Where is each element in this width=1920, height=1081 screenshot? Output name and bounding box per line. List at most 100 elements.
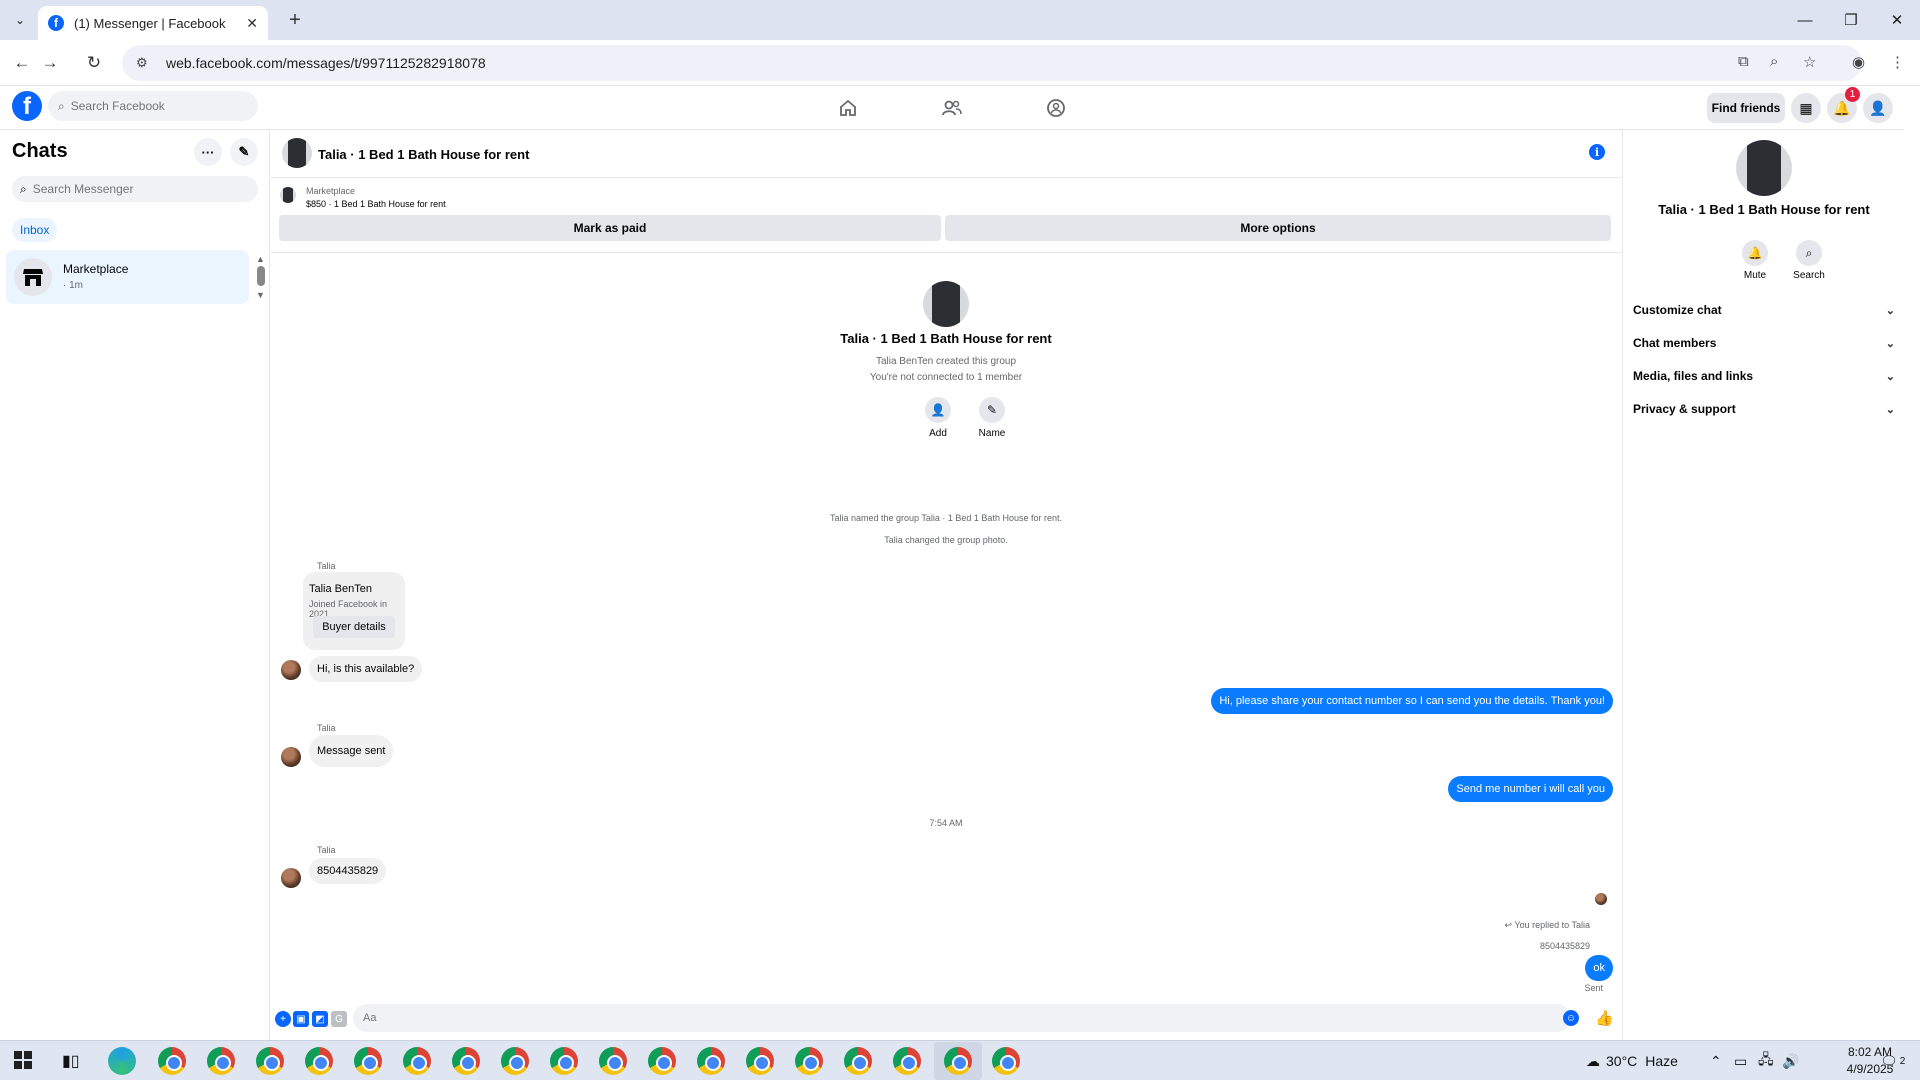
task-view-icon[interactable]: ▮▯ — [62, 1041, 80, 1081]
facebook-logo-icon[interactable]: f — [12, 91, 42, 121]
show-hidden-icons-chevron-icon[interactable]: ⌃ — [1710, 1041, 1722, 1081]
message-input-field[interactable] — [363, 1012, 1513, 1024]
inbox-filter-tab[interactable]: Inbox — [12, 218, 58, 242]
search-in-chat-button[interactable]: ⌕ Search — [1789, 240, 1829, 281]
message-input[interactable] — [353, 1004, 1571, 1032]
message-bubble-in[interactable]: Message sent — [309, 735, 394, 767]
scroll-up-arrow-icon[interactable]: ▲ — [256, 254, 265, 264]
conversation-title[interactable]: Talia · 1 Bed 1 Bath House for rent — [318, 147, 529, 162]
messenger-search-input[interactable] — [32, 182, 233, 196]
chrome-icon[interactable] — [648, 1047, 676, 1075]
window-minimize-icon[interactable]: — — [1790, 6, 1820, 34]
facebook-search-input[interactable] — [70, 99, 231, 113]
tab-list-chevron-icon[interactable]: ⌄ — [8, 8, 32, 32]
groups-icon[interactable] — [1044, 96, 1068, 120]
more-options-button[interactable]: More options — [945, 215, 1611, 241]
menu-grid-icon[interactable]: ▦ — [1791, 93, 1821, 123]
weather-widget[interactable]: ☁ 30°C Haze — [1586, 1041, 1678, 1081]
chat-list-item[interactable]: Marketplace · 1m — [6, 250, 249, 304]
media-files-row[interactable]: Media, files and links ⌄ — [1633, 362, 1895, 390]
quoted-message[interactable]: 8504435829 — [1540, 941, 1590, 951]
facebook-search[interactable]: ⌕ — [48, 91, 258, 121]
window-restore-icon[interactable]: ❐ — [1836, 6, 1866, 34]
friends-icon[interactable] — [940, 96, 964, 120]
site-info-icon[interactable]: ⚙ — [136, 55, 152, 71]
chrome-icon[interactable] — [305, 1047, 333, 1075]
new-tab-plus-icon[interactable]: + — [283, 8, 307, 32]
sticker-icon[interactable]: ◩ — [312, 1011, 328, 1027]
mute-button[interactable]: 🔔 Mute — [1735, 240, 1775, 281]
info-icon[interactable]: i — [1589, 144, 1605, 160]
chrome-icon[interactable] — [158, 1047, 186, 1075]
chat-list-scrollbar[interactable] — [257, 266, 265, 286]
reply-indicator: ↩ You replied to Talia — [1505, 920, 1590, 931]
talia-avatar[interactable] — [281, 660, 301, 680]
listing-thumbnail[interactable] — [280, 187, 296, 203]
chrome-icon[interactable] — [599, 1047, 627, 1075]
chrome-icon[interactable] — [550, 1047, 578, 1075]
messenger-search[interactable]: ⌕ — [12, 176, 258, 202]
bookmark-star-icon[interactable]: ☆ — [1803, 53, 1816, 71]
talia-avatar[interactable] — [281, 747, 301, 767]
page-scrollbar[interactable] — [1904, 86, 1920, 1040]
chrome-icon[interactable] — [893, 1047, 921, 1075]
chrome-icon[interactable] — [992, 1047, 1020, 1075]
listing-title[interactable]: $850 · 1 Bed 1 Bath House for rent — [306, 199, 446, 209]
message-bubble-out[interactable]: ok — [1585, 955, 1613, 981]
add-member-button[interactable]: 👤 Add — [918, 397, 958, 439]
message-bubble-out[interactable]: Send me number i will call you — [1448, 776, 1613, 802]
account-avatar[interactable]: 👤 — [1863, 93, 1893, 123]
talia-avatar[interactable] — [281, 868, 301, 888]
mark-as-paid-button[interactable]: Mark as paid — [279, 215, 941, 241]
windows-start-icon[interactable] — [14, 1051, 32, 1069]
chrome-icon[interactable] — [795, 1047, 823, 1075]
chrome-icon[interactable] — [354, 1047, 382, 1075]
chrome-icon[interactable] — [452, 1047, 480, 1075]
message-bubble-out[interactable]: Hi, please share your contact number so … — [1211, 688, 1613, 714]
chrome-icon[interactable] — [403, 1047, 431, 1075]
thumbs-up-icon[interactable]: 👍 — [1595, 1009, 1614, 1027]
chats-options-icon[interactable]: ··· — [194, 138, 222, 166]
attach-media-icon[interactable]: ▣ — [293, 1011, 309, 1027]
message-bubble-in[interactable]: 8504435829 — [309, 858, 387, 884]
forward-arrow-icon[interactable]: → — [36, 49, 64, 77]
customize-chat-row[interactable]: Customize chat ⌄ — [1633, 296, 1895, 324]
chrome-icon[interactable] — [256, 1047, 284, 1075]
gif-icon[interactable]: G — [331, 1011, 347, 1027]
name-group-button[interactable]: ✎ Name — [972, 397, 1012, 439]
address-bar[interactable]: ⚙ web.facebook.com/messages/t/9971125282… — [122, 45, 1862, 81]
chrome-icon[interactable] — [697, 1047, 725, 1075]
notification-center-icon[interactable]: 🗨 2 — [1880, 1041, 1905, 1081]
chat-members-row[interactable]: Chat members ⌄ — [1633, 329, 1895, 357]
reload-icon[interactable]: ↻ — [80, 49, 108, 77]
chrome-icon[interactable] — [944, 1047, 972, 1075]
chrome-icon[interactable] — [501, 1047, 529, 1075]
event-named-group: Talia named the group Talia · 1 Bed 1 Ba… — [830, 513, 1062, 523]
window-close-icon[interactable]: ✕ — [1882, 6, 1912, 34]
profile-icon[interactable]: ◉ — [1852, 53, 1865, 71]
new-message-icon[interactable]: ✎ — [230, 138, 258, 166]
privacy-support-row[interactable]: Privacy & support ⌄ — [1633, 395, 1895, 423]
volume-icon[interactable]: 🔊 — [1782, 1041, 1799, 1081]
install-app-icon[interactable]: ⧉ — [1738, 53, 1749, 70]
browser-tab-messenger[interactable]: f (1) Messenger | Facebook ✕ — [38, 6, 268, 40]
message-bubble-in[interactable]: Hi, is this available? — [309, 656, 423, 682]
scroll-down-arrow-icon[interactable]: ▼ — [256, 290, 265, 300]
plus-circle-icon[interactable]: + — [275, 1011, 291, 1027]
group-photo-large[interactable] — [1736, 140, 1792, 196]
network-icon[interactable]: 🖧 — [1758, 1041, 1774, 1081]
zoom-icon[interactable]: ⌕ — [1770, 53, 1778, 70]
edge-browser-icon[interactable] — [108, 1047, 136, 1075]
back-arrow-icon[interactable]: ← — [8, 49, 36, 77]
buyer-details-button[interactable]: Buyer details — [313, 616, 395, 638]
find-friends-button[interactable]: Find friends — [1707, 93, 1785, 123]
home-icon[interactable] — [836, 96, 860, 120]
tab-close-icon[interactable]: ✕ — [246, 15, 258, 32]
browser-menu-icon[interactable]: ⋮ — [1890, 53, 1905, 71]
chrome-icon[interactable] — [746, 1047, 774, 1075]
emoji-icon[interactable]: ☺ — [1563, 1010, 1579, 1026]
meet-now-icon[interactable]: ▭ — [1734, 1041, 1747, 1081]
chrome-icon[interactable] — [207, 1047, 235, 1075]
group-avatar[interactable] — [282, 138, 312, 168]
chrome-icon[interactable] — [844, 1047, 872, 1075]
